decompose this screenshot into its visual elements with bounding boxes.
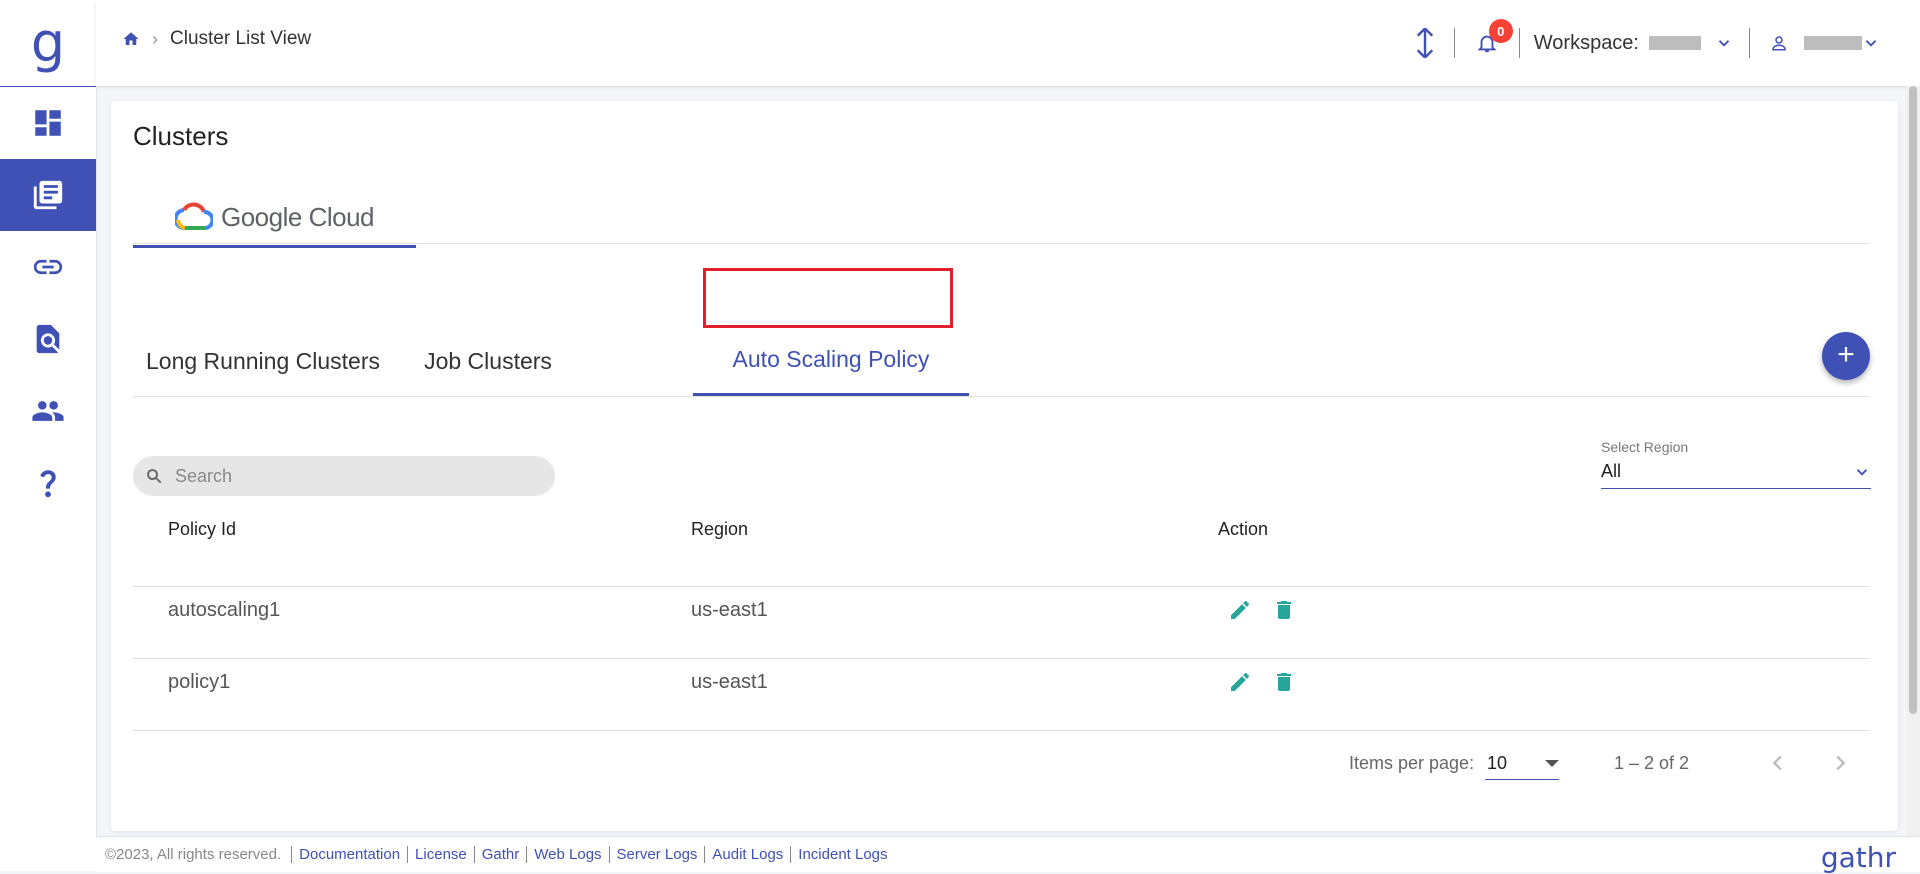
sidebar-item-clusters[interactable] <box>0 159 96 231</box>
delete-button[interactable] <box>1271 597 1297 623</box>
sidebar-item-dashboard[interactable] <box>0 87 96 159</box>
top-bar: › Cluster List View 0 Workspace: <box>96 0 1920 86</box>
chevron-right-icon <box>1836 755 1846 771</box>
footer-link-audit-logs[interactable]: Audit Logs <box>704 846 790 863</box>
home-icon[interactable] <box>122 30 140 48</box>
divider <box>1518 28 1520 58</box>
footer-link-license[interactable]: License <box>407 846 474 863</box>
table-row: autoscaling1 us-east1 <box>133 587 1870 659</box>
previous-page-button[interactable] <box>1764 749 1792 777</box>
clusters-icon <box>33 180 63 210</box>
pencil-icon <box>1231 672 1250 691</box>
region-select-value: All <box>1601 461 1622 481</box>
footer-link-documentation[interactable]: Documentation <box>291 846 407 863</box>
clusters-card: Clusters Google Cloud Long Running Clust… <box>111 101 1898 831</box>
provider-tab-google-cloud[interactable]: Google Cloud <box>133 189 416 248</box>
footer-links: Documentation License Gathr Web Logs Ser… <box>291 846 894 863</box>
policy-table: Policy Id Region Action autoscaling1 us-… <box>133 501 1870 731</box>
sidebar: g <box>0 0 97 871</box>
workspace-label: Workspace: <box>1533 31 1639 54</box>
row-actions <box>1227 669 1297 695</box>
edit-button[interactable] <box>1227 597 1253 623</box>
dashboard-icon <box>35 110 61 136</box>
user-icon <box>1772 36 1786 51</box>
tab-auto-scaling-policy[interactable]: Auto Scaling Policy <box>693 326 969 396</box>
add-icon: + <box>1837 337 1855 371</box>
row-actions <box>1227 597 1297 623</box>
breadcrumb-separator: › <box>152 28 158 49</box>
app-logo[interactable]: g <box>0 0 96 87</box>
sidebar-item-users[interactable] <box>0 375 96 447</box>
caret-down-icon <box>1545 760 1559 767</box>
sidebar-item-connections[interactable] <box>0 231 96 303</box>
copyright-text: ©2023, All rights reserved. <box>105 846 282 863</box>
region-select-field[interactable]: All <box>1601 461 1871 489</box>
pencil-icon <box>1231 600 1250 619</box>
chevron-down-icon <box>1856 468 1868 476</box>
breadcrumb: › Cluster List View <box>122 28 311 50</box>
tab-job-clusters[interactable]: Job Clusters <box>393 326 583 396</box>
topbar-actions: 0 Workspace: <box>1410 18 1880 68</box>
edit-button[interactable] <box>1227 669 1253 695</box>
search-input[interactable] <box>173 464 537 488</box>
page-range-label: 1 – 2 of 2 <box>1614 753 1690 773</box>
user-name-redacted <box>1804 36 1862 50</box>
notifications-button[interactable]: 0 <box>1469 19 1513 61</box>
region-select-label: Select Region <box>1601 439 1689 455</box>
workspace-name-redacted <box>1649 36 1701 50</box>
trash-icon <box>1277 601 1291 619</box>
cluster-tabs: Long Running Clusters Job Clusters Auto … <box>133 326 1870 397</box>
region-cell: us-east1 <box>691 599 768 621</box>
policy-id-cell: autoscaling1 <box>168 599 281 621</box>
scrollbar-thumb[interactable] <box>1909 86 1917 714</box>
column-header-region: Region <box>691 519 749 539</box>
breadcrumb-current: Cluster List View <box>170 28 312 49</box>
items-per-page-label: Items per page: <box>1349 753 1475 773</box>
expand-vertical-icon[interactable] <box>1410 26 1440 60</box>
footer: ©2023, All rights reserved. Documentatio… <box>96 836 1920 874</box>
column-header-policy-id: Policy Id <box>168 519 237 539</box>
region-select[interactable]: Select Region All <box>1601 439 1871 489</box>
footer-link-server-logs[interactable]: Server Logs <box>608 846 705 863</box>
divider <box>1749 28 1750 58</box>
add-policy-button[interactable]: + <box>1822 332 1870 380</box>
items-per-page-value: 10 <box>1487 752 1508 773</box>
brand-logo: gathr <box>1820 841 1896 874</box>
google-cloud-logo-icon <box>175 202 213 230</box>
table-header-row: Policy Id Region Action <box>133 501 1870 587</box>
users-icon <box>32 401 64 421</box>
user-dropdown-chevron-icon[interactable] <box>1862 34 1880 52</box>
workspace-dropdown-chevron-icon[interactable] <box>1715 34 1733 52</box>
google-cloud-label: Google Cloud <box>221 201 375 232</box>
search-icon <box>147 469 162 484</box>
help-icon <box>40 470 56 498</box>
footer-link-web-logs[interactable]: Web Logs <box>526 846 608 863</box>
table-row: policy1 us-east1 <box>133 659 1870 731</box>
highlight-box <box>703 268 953 328</box>
trash-icon <box>1277 673 1291 691</box>
notification-count-badge: 0 <box>1488 19 1513 43</box>
divider <box>1453 28 1455 58</box>
paginator: Items per page: 10 1 – 2 of 2 <box>111 743 1898 783</box>
policy-id-cell: policy1 <box>168 671 231 693</box>
items-per-page-select[interactable]: 10 <box>1485 747 1559 780</box>
search-document-icon <box>36 324 60 354</box>
page-title: Clusters <box>133 121 229 151</box>
sidebar-item-search-docs[interactable] <box>0 303 96 375</box>
link-icon <box>33 259 63 275</box>
tab-long-running-clusters[interactable]: Long Running Clusters <box>133 326 393 396</box>
page-scrollbar[interactable] <box>1906 86 1920 836</box>
column-header-action: Action <box>1218 519 1269 539</box>
provider-tabs-divider <box>133 243 1870 244</box>
chevron-left-icon <box>1772 755 1782 771</box>
region-cell: us-east1 <box>691 671 768 693</box>
delete-button[interactable] <box>1271 669 1297 695</box>
search-box <box>133 456 555 496</box>
footer-link-gathr[interactable]: Gathr <box>473 846 527 863</box>
next-page-button[interactable] <box>1826 749 1854 777</box>
footer-link-incident-logs[interactable]: Incident Logs <box>790 846 894 863</box>
sidebar-item-help[interactable] <box>0 447 96 519</box>
